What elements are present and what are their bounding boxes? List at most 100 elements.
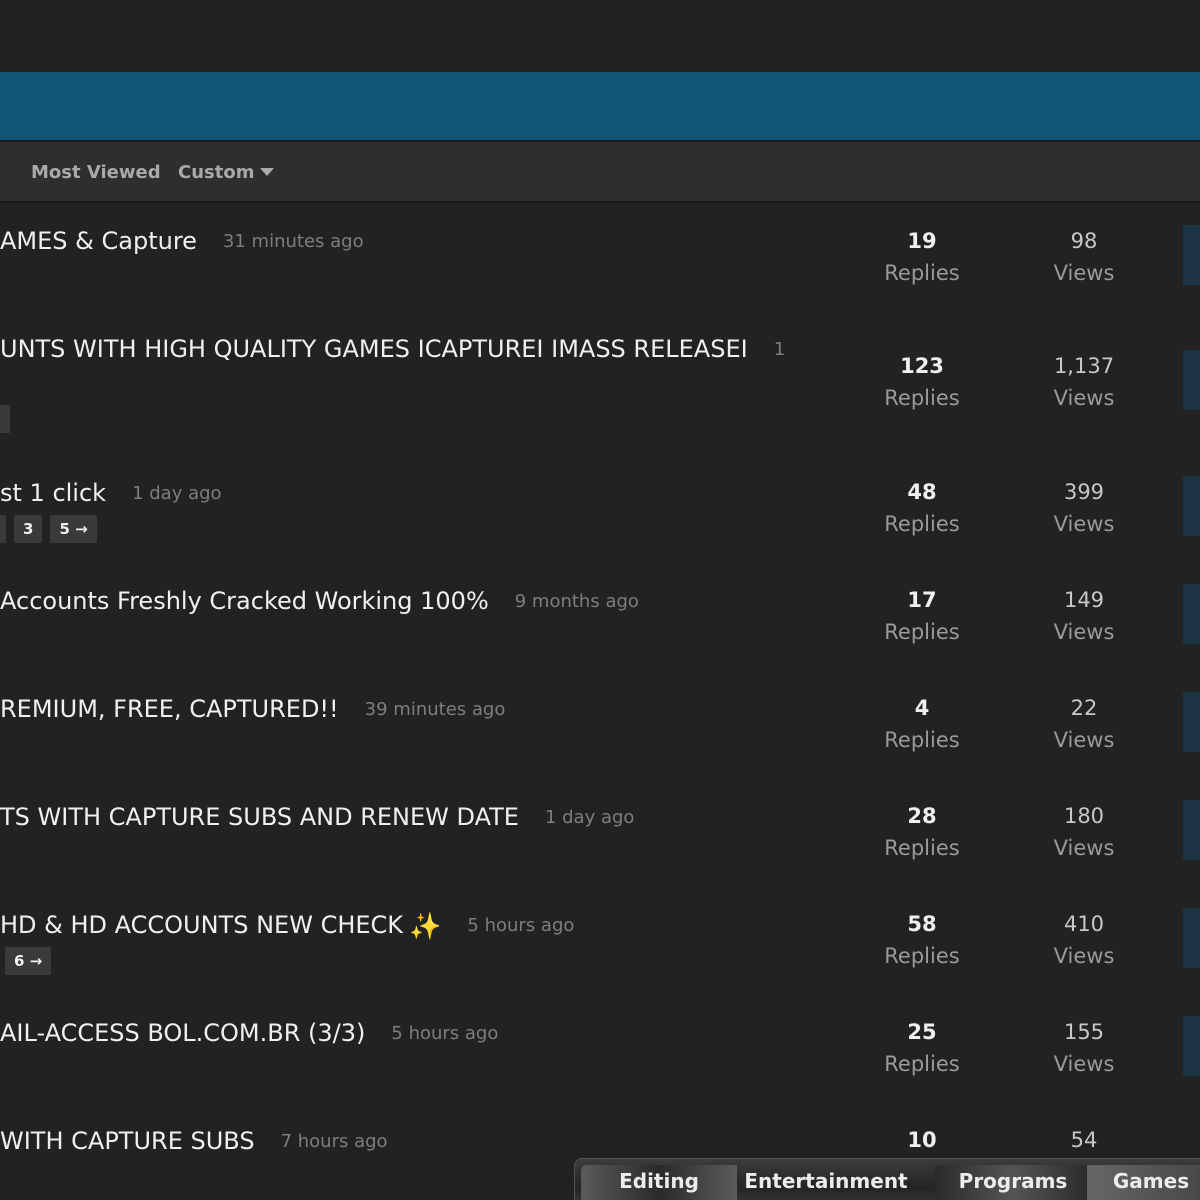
top-header xyxy=(0,0,1200,72)
thread-status-bar xyxy=(1183,584,1200,644)
thread-title[interactable]: TS WITH CAPTURE SUBS AND RENEW DATE 1 day… xyxy=(0,803,634,831)
replies-label: Replies xyxy=(884,261,960,285)
views-count: 399 xyxy=(1063,480,1105,504)
filter-most-viewed[interactable]: Most Viewed xyxy=(31,162,161,183)
views-label: Views xyxy=(1053,261,1115,285)
thread-time: 39 minutes ago xyxy=(364,699,506,720)
page-links: 3 5 → xyxy=(0,515,97,543)
thread-title-text[interactable]: TS WITH CAPTURE SUBS AND RENEW DATE xyxy=(0,803,519,831)
views-count: 98 xyxy=(1070,229,1098,253)
replies-stat: 123 Replies xyxy=(862,350,982,414)
tab-editing[interactable]: Editing xyxy=(581,1165,737,1200)
views-count: 149 xyxy=(1063,588,1105,612)
replies-label: Replies xyxy=(884,512,960,536)
filter-custom[interactable]: Custom xyxy=(178,162,254,183)
replies-label: Replies xyxy=(884,1052,960,1076)
views-label: Views xyxy=(1053,386,1115,410)
thread-status-bar xyxy=(1183,350,1200,410)
thread-row: AMES & Capture 31 minutes ago 19 Replies … xyxy=(0,205,1200,313)
page-link[interactable]: 5 → xyxy=(50,515,97,543)
thread-title-text[interactable]: REMIUM, FREE, CAPTURED!! xyxy=(0,695,339,723)
thread-title[interactable]: st 1 click 1 day ago xyxy=(0,479,222,507)
tab-entertainment[interactable]: Entertainment xyxy=(737,1165,915,1200)
sparkle-icon: ✨ xyxy=(409,912,442,942)
thread-time: 9 months ago xyxy=(514,591,639,612)
replies-stat: 19 Replies xyxy=(862,225,982,289)
thread-title-text[interactable]: st 1 click xyxy=(0,479,106,507)
tab-games[interactable]: Games xyxy=(1087,1165,1200,1200)
views-count: 54 xyxy=(1070,1128,1098,1152)
views-label: Views xyxy=(1053,620,1115,644)
filter-bar: Most Viewed Custom xyxy=(0,140,1200,203)
page-link[interactable] xyxy=(0,515,6,543)
views-count: 155 xyxy=(1063,1020,1105,1044)
thread-title-text[interactable]: Accounts Freshly Cracked Working 100% xyxy=(0,587,489,615)
thread-time: 1 day ago xyxy=(544,807,635,828)
thread-row: Accounts Freshly Cracked Working 100% 9 m… xyxy=(0,565,1200,673)
views-count: 410 xyxy=(1063,912,1105,936)
thread-time: 5 hours ago xyxy=(391,1023,499,1044)
thread-time: 1 xyxy=(773,339,786,360)
replies-stat: 25 Replies xyxy=(862,1016,982,1080)
thread-time: 1 day ago xyxy=(132,483,222,504)
views-stat: 399 Views xyxy=(1024,476,1144,540)
thread-title[interactable]: AMES & Capture 31 minutes ago xyxy=(0,227,364,255)
thread-time: 5 hours ago xyxy=(467,915,575,936)
thread-title-text[interactable]: WITH CAPTURE SUBS xyxy=(0,1127,255,1155)
replies-label: Replies xyxy=(884,620,960,644)
views-count: 1,137 xyxy=(1053,354,1115,378)
views-label: Views xyxy=(1053,836,1115,860)
views-label: Views xyxy=(1053,512,1115,536)
views-stat: 149 Views xyxy=(1024,584,1144,648)
thread-status-bar xyxy=(1183,908,1200,968)
thread-title-text[interactable]: AIL-ACCESS BOL.COM.BR (3/3) xyxy=(0,1019,365,1047)
views-stat: 410 Views xyxy=(1024,908,1144,972)
thread-title[interactable]: HD & HD ACCOUNTS NEW CHECK ✨ 5 hours ago xyxy=(0,911,574,942)
thread-title[interactable]: Accounts Freshly Cracked Working 100% 9 m… xyxy=(0,587,639,615)
thread-title-text[interactable]: HD & HD ACCOUNTS NEW CHECK xyxy=(0,911,403,939)
page-link[interactable]: 6 → xyxy=(5,947,52,975)
replies-count: 48 xyxy=(907,480,937,504)
replies-stat: 48 Replies xyxy=(862,476,982,540)
tab-programs[interactable]: Programs xyxy=(935,1165,1091,1200)
replies-count: 10 xyxy=(907,1128,937,1152)
thread-row: REMIUM, FREE, CAPTURED!! 39 minutes ago 4… xyxy=(0,673,1200,781)
replies-stat: 10 xyxy=(862,1124,982,1156)
replies-stat: 17 Replies xyxy=(862,584,982,648)
page-link[interactable]: 3 xyxy=(14,515,43,543)
thread-row: AIL-ACCESS BOL.COM.BR (3/3) 5 hours ago 2… xyxy=(0,997,1200,1105)
thread-title-text[interactable]: UNTS WITH HIGH QUALITY GAMES ICAPTUREI I… xyxy=(0,335,748,363)
replies-label: Replies xyxy=(884,728,960,752)
views-stat: 180 Views xyxy=(1024,800,1144,864)
chevron-down-icon[interactable] xyxy=(260,168,274,176)
replies-stat: 58 Replies xyxy=(862,908,982,972)
thread-title[interactable]: REMIUM, FREE, CAPTURED!! 39 minutes ago xyxy=(0,695,505,723)
thread-status-bar xyxy=(1183,225,1200,285)
thread-title[interactable]: UNTS WITH HIGH QUALITY GAMES ICAPTUREI I… xyxy=(0,335,785,363)
views-stat: 22 Views xyxy=(1024,692,1144,756)
replies-label: Replies xyxy=(884,386,960,410)
page-links: 6 → xyxy=(5,947,52,975)
thread-status-bar xyxy=(1183,1016,1200,1076)
thread-title[interactable]: WITH CAPTURE SUBS 7 hours ago xyxy=(0,1127,388,1155)
thread-title-text[interactable]: AMES & Capture xyxy=(0,227,197,255)
category-tabs: Editing Entertainment Programs Games xyxy=(574,1158,1200,1200)
views-stat: 1,137 Views xyxy=(1024,350,1144,414)
replies-count: 123 xyxy=(900,354,944,378)
page-link[interactable] xyxy=(0,405,10,433)
replies-count: 19 xyxy=(907,229,937,253)
replies-label: Replies xyxy=(884,944,960,968)
replies-stat: 28 Replies xyxy=(862,800,982,864)
views-count: 180 xyxy=(1063,804,1105,828)
views-stat: 54 xyxy=(1024,1124,1144,1156)
thread-title[interactable]: AIL-ACCESS BOL.COM.BR (3/3) 5 hours ago xyxy=(0,1019,498,1047)
thread-row: UNTS WITH HIGH QUALITY GAMES ICAPTUREI I… xyxy=(0,313,1200,453)
thread-row: st 1 click 1 day ago 3 5 → 48 Replies 399… xyxy=(0,457,1200,565)
replies-count: 25 xyxy=(907,1020,937,1044)
views-stat: 98 Views xyxy=(1024,225,1144,289)
replies-count: 58 xyxy=(907,912,937,936)
views-count: 22 xyxy=(1070,696,1098,720)
thread-time: 7 hours ago xyxy=(280,1131,388,1152)
thread-status-bar xyxy=(1183,800,1200,860)
thread-status-bar xyxy=(1183,476,1200,536)
